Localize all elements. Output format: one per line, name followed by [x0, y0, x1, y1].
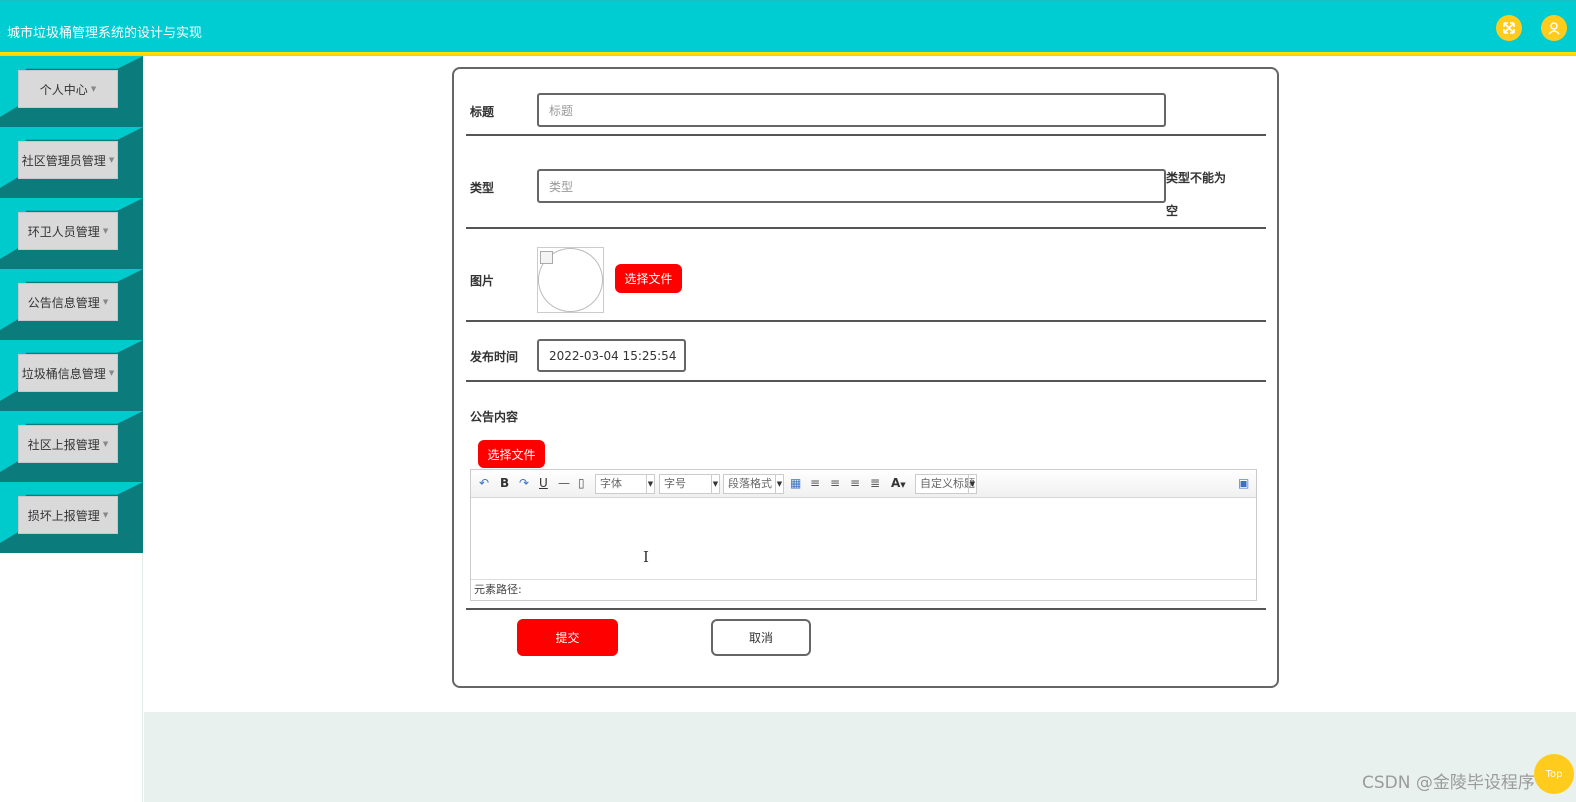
sidebar-item-announcements[interactable]: 公告信息管理 ▼	[0, 269, 143, 340]
row-divider	[466, 227, 1266, 229]
sidebar-empty-area	[0, 553, 143, 802]
sidebar-item-label: 社区上报管理	[27, 437, 100, 452]
horizontal-rule-button[interactable]: —	[558, 476, 570, 490]
caret-down-icon: ▼	[102, 511, 109, 519]
document-icon[interactable]: ▯	[578, 476, 585, 490]
sidebar-item-personal-center[interactable]: 个人中心 ▼	[0, 56, 143, 127]
font-family-select[interactable]: 字体 ▼	[595, 474, 655, 494]
caret-down-icon: ▼	[102, 227, 109, 235]
row-divider	[466, 134, 1266, 136]
caret-down-icon: ▼	[102, 298, 109, 306]
header-accent-line	[0, 52, 1576, 56]
expand-icon[interactable]	[1496, 15, 1522, 41]
font-color-button[interactable]: A▼	[891, 476, 906, 490]
app-header: 城市垃圾桶管理系统的设计与实现	[0, 0, 1576, 52]
publish-time-label: 发布时间	[470, 350, 519, 364]
content-choose-file-button[interactable]: 选择文件	[478, 440, 545, 468]
custom-title-select[interactable]: 自定义标题 ▼	[915, 474, 977, 494]
sidebar-item-label: 公告信息管理	[27, 295, 100, 310]
type-label: 类型	[470, 181, 495, 195]
custom-title-value: 自定义标题	[920, 477, 975, 490]
sidebar-item-damage-reports[interactable]: 损坏上报管理 ▼	[0, 482, 143, 553]
rich-text-editor: ↶ B ↷ U — ▯ 字体 ▼ 字号 ▼ 段落格式 ▼ ▦ ≡ ≡ ≡ ≣ A▼ 自…	[470, 469, 1257, 601]
align-right-icon[interactable]: ≡	[830, 476, 840, 490]
paragraph-format-select[interactable]: 段落格式 ▼	[723, 474, 784, 494]
sidebar-item-label: 环卫人员管理	[27, 224, 100, 239]
sidebar-item-label: 个人中心	[39, 82, 88, 97]
type-input[interactable]: 类型	[537, 169, 1166, 203]
publish-time-input[interactable]: 2022-03-04 15:25:54	[537, 339, 686, 372]
back-to-top-button[interactable]: Top	[1534, 754, 1574, 794]
paragraph-format-value: 段落格式	[728, 477, 772, 490]
align-center-icon[interactable]: ≡	[850, 476, 860, 490]
row-divider	[466, 380, 1266, 382]
caret-down-icon: ▼	[108, 369, 115, 377]
editor-content-area[interactable]	[471, 498, 1256, 580]
align-justify-icon[interactable]: ≣	[870, 476, 880, 490]
redo-icon[interactable]: ↷	[519, 476, 529, 490]
sidebar-item-community-admin[interactable]: 社区管理员管理 ▼	[0, 127, 143, 198]
row-divider	[466, 608, 1266, 610]
font-size-value: 字号	[664, 477, 686, 490]
sidebar-item-community-reports[interactable]: 社区上报管理 ▼	[0, 411, 143, 482]
cancel-button[interactable]: 取消	[711, 619, 811, 656]
sidebar-item-label: 社区管理员管理	[21, 153, 106, 168]
editor-element-path: 元素路径:	[471, 579, 1256, 600]
bold-button[interactable]: B	[500, 476, 509, 490]
back-to-top-label: Top	[1545, 768, 1563, 780]
fullscreen-editor-icon[interactable]: ▣	[1238, 476, 1249, 490]
app-title: 城市垃圾桶管理系统的设计与实现	[7, 26, 203, 41]
align-left-icon[interactable]: ≡	[810, 476, 820, 490]
submit-button[interactable]: 提交	[517, 619, 618, 656]
font-color-label: A	[891, 476, 901, 490]
sidebar-item-label: 垃圾桶信息管理	[21, 366, 106, 381]
content-label: 公告内容	[470, 410, 519, 424]
caret-down-icon: ▼	[108, 156, 115, 164]
sidebar: 个人中心 ▼ 社区管理员管理 ▼ 环卫人员管理 ▼ 公告信息管理 ▼ 垃圾桶信息管理 ▼ …	[0, 56, 143, 553]
image-choose-file-button[interactable]: 选择文件	[615, 264, 682, 293]
title-label: 标题	[470, 105, 495, 119]
title-input[interactable]: 标题	[537, 93, 1166, 127]
broken-image-icon	[540, 251, 553, 264]
image-preview	[537, 247, 604, 313]
font-size-select[interactable]: 字号 ▼	[659, 474, 720, 494]
undo-icon[interactable]: ↶	[479, 476, 489, 490]
type-error-message: 类型不能为空	[1166, 171, 1227, 218]
editor-toolbar: ↶ B ↷ U — ▯ 字体 ▼ 字号 ▼ 段落格式 ▼ ▦ ≡ ≡ ≡ ≣ A▼ 自…	[471, 470, 1256, 498]
watermark: CSDN @金陵毕设程序	[1362, 773, 1535, 793]
font-family-value: 字体	[600, 477, 622, 490]
caret-down-icon: ▼	[102, 440, 109, 448]
user-icon[interactable]	[1541, 15, 1567, 41]
underline-button[interactable]: U	[539, 476, 548, 490]
text-cursor-icon: I	[643, 548, 649, 566]
sidebar-item-trash-bins[interactable]: 垃圾桶信息管理 ▼	[0, 340, 143, 411]
image-label: 图片	[470, 274, 495, 288]
sidebar-item-sanitation-staff[interactable]: 环卫人员管理 ▼	[0, 198, 143, 269]
caret-down-icon: ▼	[90, 85, 97, 93]
sidebar-item-label: 损坏上报管理	[27, 508, 100, 523]
row-divider	[466, 320, 1266, 322]
table-icon[interactable]: ▦	[790, 476, 801, 490]
